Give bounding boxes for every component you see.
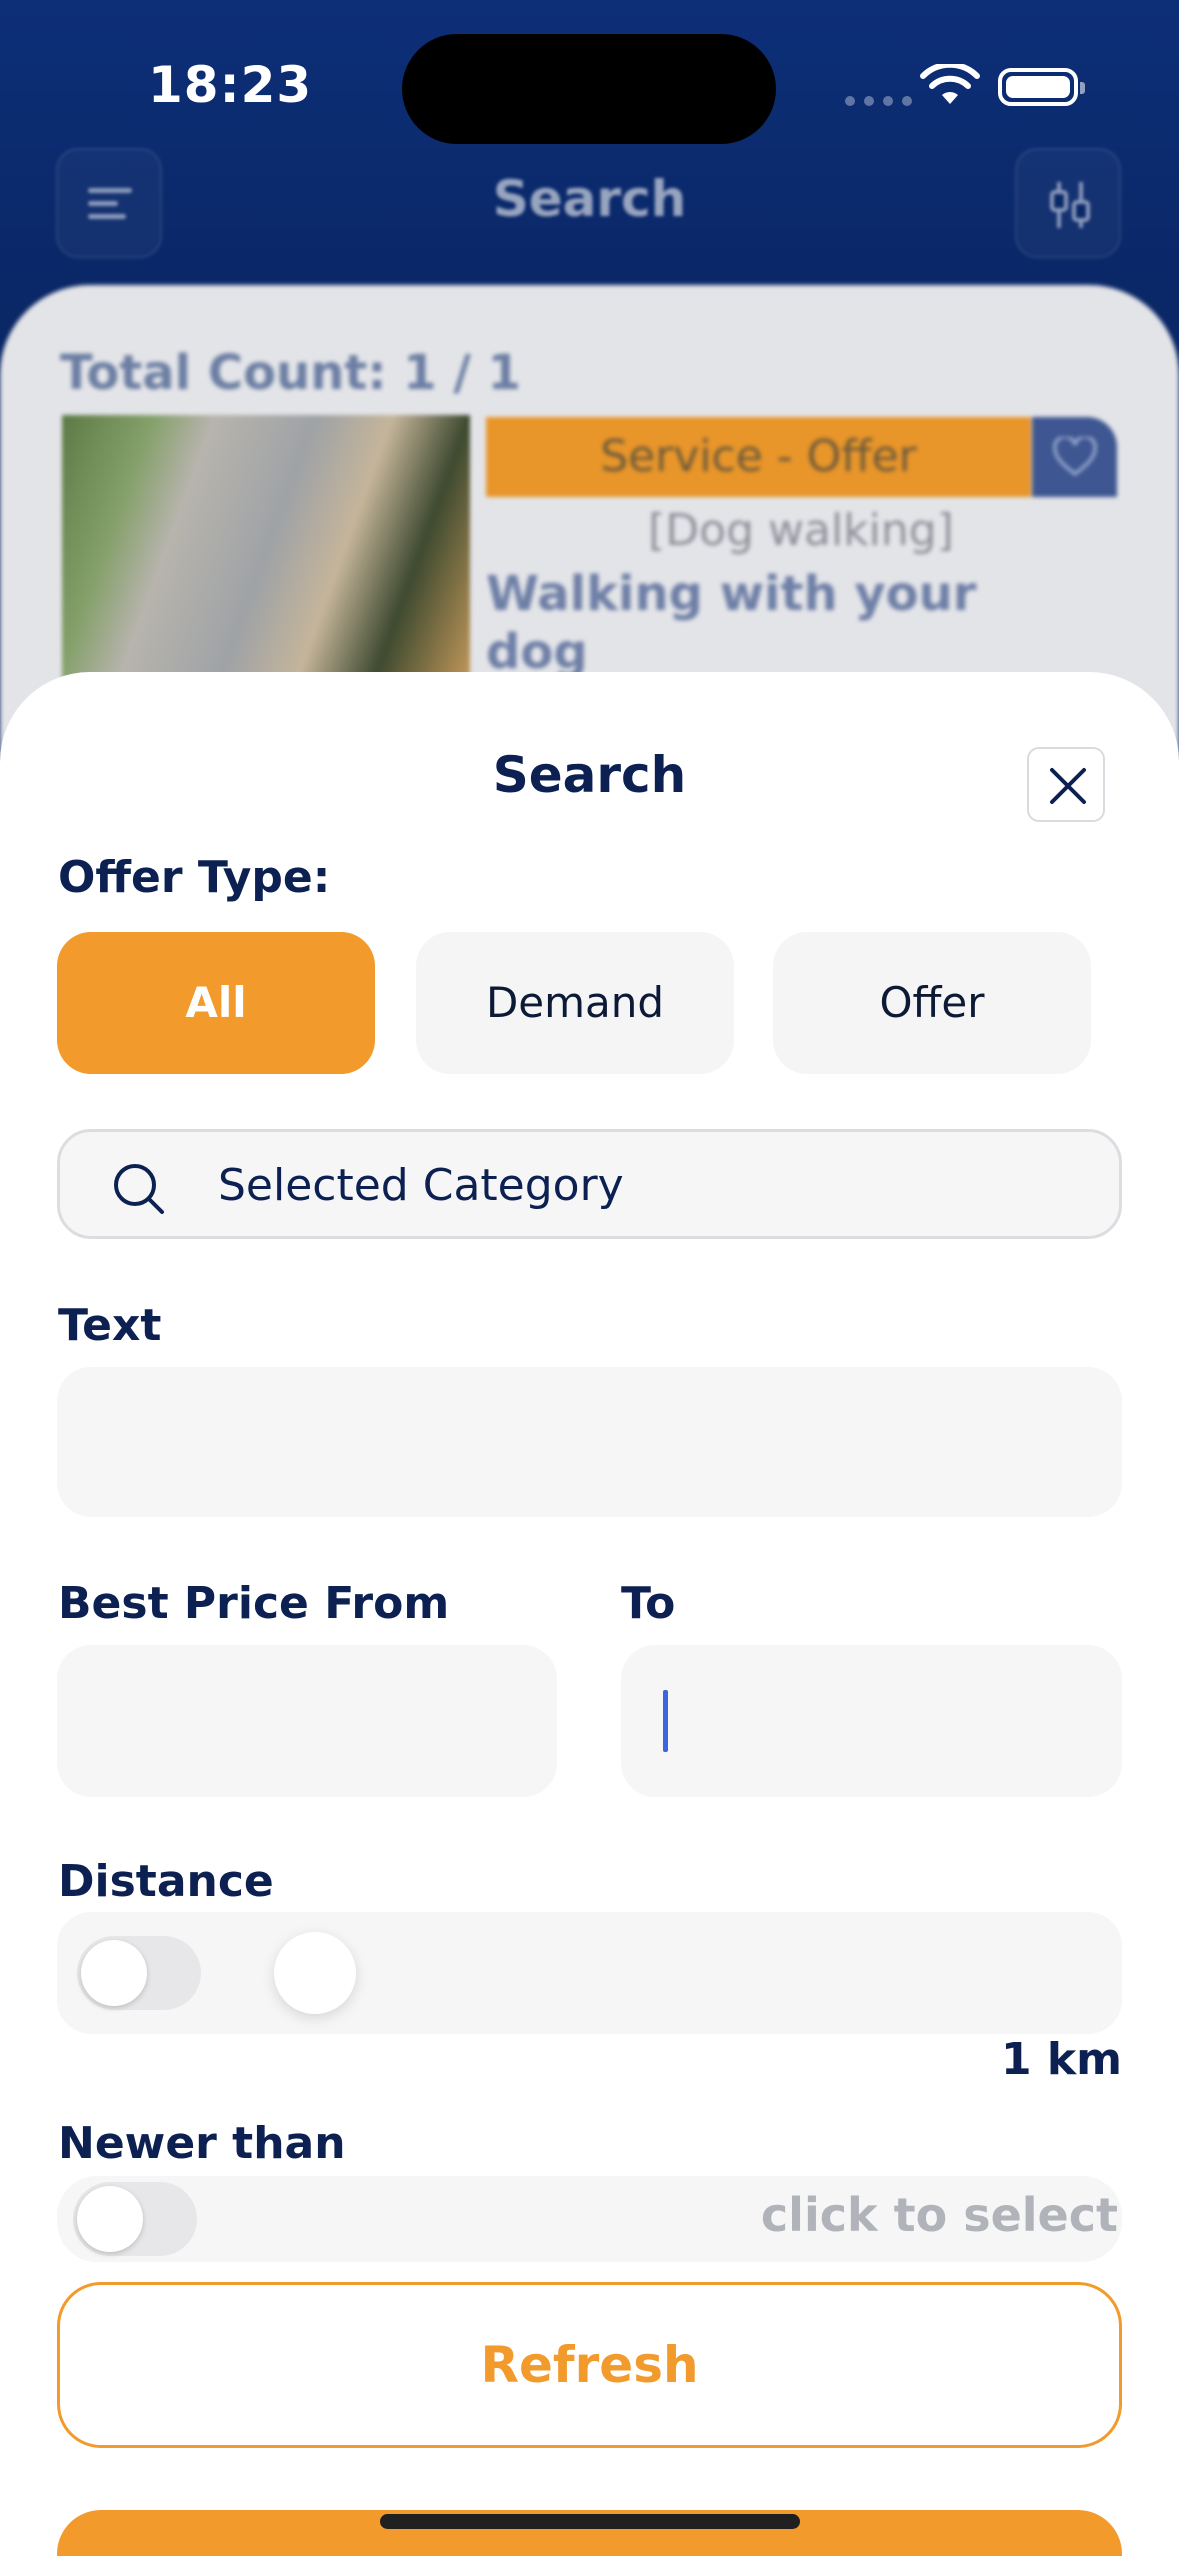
refresh-button[interactable]: Refresh [57,2282,1122,2448]
price-to-input[interactable] [621,1645,1122,1797]
search-sheet: Search Offer Type: All Demand Offer Sele… [0,672,1179,2556]
cellular-signal-icon [845,96,912,106]
distance-toggle[interactable] [77,1936,201,2010]
status-bar: 18:23 [0,0,1179,170]
category-placeholder: Selected Category [218,1160,624,1211]
price-to-label: To [621,1578,676,1629]
text-input[interactable] [57,1367,1122,1517]
offer-type-offer[interactable]: Offer [773,932,1091,1074]
text-label: Text [58,1300,162,1351]
search-icon [114,1164,164,1214]
distance-slider-thumb[interactable] [274,1932,356,2014]
filter-button[interactable] [1015,148,1121,258]
dynamic-island [402,34,776,144]
text-cursor [663,1690,668,1752]
listing-category: [Dog walking] [648,505,954,556]
price-from-input[interactable] [57,1645,557,1797]
close-icon [1050,768,1086,804]
offer-type-all[interactable]: All [57,932,375,1074]
navbar: Search [0,148,1179,260]
favorite-button[interactable] [1032,417,1117,497]
listing-photo [62,415,470,695]
distance-control [57,1912,1122,2034]
offer-type-label: Offer Type: [58,852,331,903]
wifi-icon [920,64,980,104]
listing-item[interactable]: Service - Offer [Dog walking] Walking wi… [62,415,1117,715]
offer-type-demand[interactable]: Demand [416,932,734,1074]
category-selector[interactable]: Selected Category [57,1129,1122,1239]
newer-than-control[interactable]: click to select [57,2176,1122,2262]
newer-than-placeholder[interactable]: click to select [761,2188,1118,2242]
sheet-title: Search [492,746,687,804]
distance-value: 1 km [1000,2034,1122,2085]
listing-title: Walking with your dog [486,566,977,680]
total-count: Total Count: 1 / 1 [60,345,521,401]
newer-than-label: Newer than [58,2118,346,2169]
close-button[interactable] [1027,747,1105,822]
home-indicator [380,2514,800,2529]
filter-sliders-icon [1050,182,1090,228]
navbar-title: Search [492,170,687,228]
newer-than-toggle[interactable] [73,2182,197,2256]
status-time: 18:23 [148,56,313,114]
heart-icon [1053,437,1097,476]
listing-type-badge: Service - Offer [486,417,1031,497]
battery-icon [998,68,1085,106]
price-from-label: Best Price From [58,1578,450,1629]
distance-label: Distance [58,1856,274,1907]
